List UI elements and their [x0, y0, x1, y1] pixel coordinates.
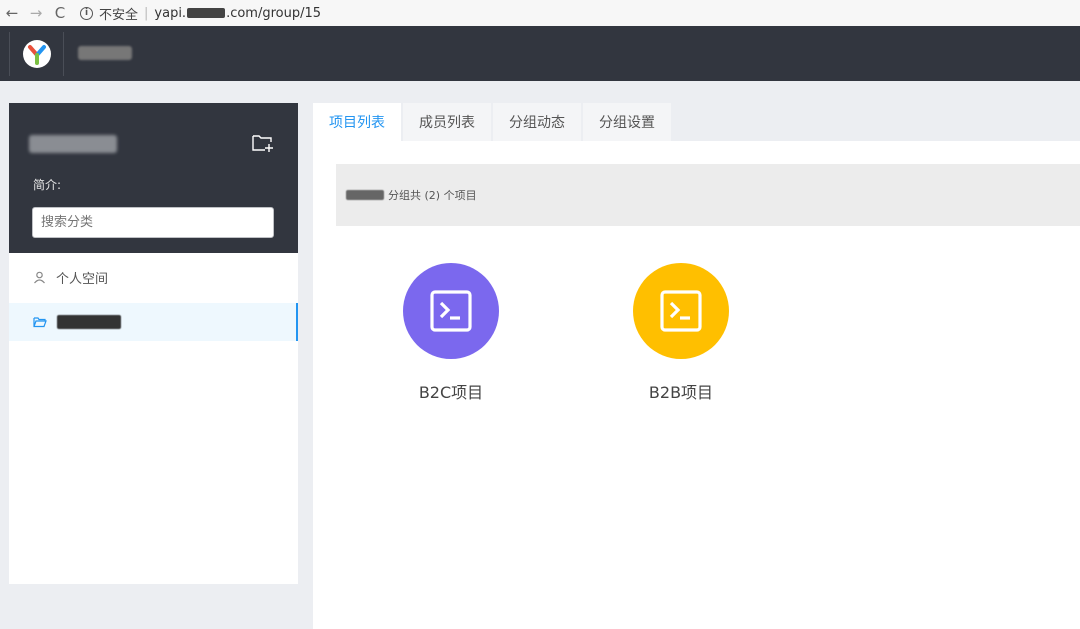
project-name: B2C项目	[418, 383, 484, 402]
terminal-icon	[660, 290, 702, 332]
redacted-group-name	[346, 190, 384, 200]
tab-project-list[interactable]: 项目列表	[313, 103, 401, 141]
group-description-label: 简介:	[33, 178, 62, 192]
sidebar-item-personal-space[interactable]: 个人空间	[9, 258, 298, 296]
category-search-input[interactable]	[32, 207, 274, 238]
yapi-logo-icon[interactable]	[23, 40, 51, 68]
browser-address-bar: ← → C i 不安全 | yapi. .com/group/15	[0, 0, 1080, 26]
tab-group-activity[interactable]: 分组动态	[493, 103, 581, 141]
folder-open-icon	[33, 317, 47, 328]
group-content: 项目列表 成员列表 分组动态 分组设置 分组共 (2) 个项目 B2C项目 B2…	[313, 103, 1080, 629]
forward-icon[interactable]: →	[24, 4, 48, 22]
project-avatar	[633, 263, 729, 359]
project-card[interactable]: B2B项目	[626, 263, 736, 403]
folder-add-icon[interactable]	[251, 132, 275, 154]
tab-member-list[interactable]: 成员列表	[403, 103, 491, 141]
tab-group-settings[interactable]: 分组设置	[583, 103, 671, 141]
header-divider	[63, 32, 64, 76]
url-prefix: yapi.	[154, 5, 187, 21]
project-avatar	[403, 263, 499, 359]
sidebar-item-group[interactable]	[9, 303, 298, 341]
redacted-app-title	[78, 46, 132, 60]
address-separator: |	[144, 5, 149, 21]
redacted-group-name	[29, 135, 117, 153]
group-tabs: 项目列表 成员列表 分组动态 分组设置	[313, 103, 1080, 141]
project-card[interactable]: B2C项目	[396, 263, 506, 403]
address-field[interactable]: i 不安全 | yapi. .com/group/15	[80, 4, 321, 23]
sidebar-item-label: 个人空间	[56, 271, 109, 287]
app-header	[0, 26, 1080, 81]
project-name: B2B项目	[648, 383, 714, 402]
project-count-summary: 分组共 (2) 个项目	[336, 164, 1080, 226]
group-info-header: 简介:	[9, 103, 298, 253]
terminal-icon	[430, 290, 472, 332]
url-suffix: .com/group/15	[226, 5, 322, 21]
url-text: yapi. .com/group/15	[154, 6, 321, 21]
header-divider	[9, 32, 10, 76]
summary-text: 分组共 (2) 个项目	[388, 189, 477, 202]
user-icon	[34, 271, 45, 283]
reload-icon[interactable]: C	[48, 4, 72, 22]
back-icon[interactable]: ←	[0, 4, 24, 22]
security-label: 不安全	[99, 7, 139, 23]
redacted-domain	[187, 8, 226, 18]
info-icon[interactable]: i	[80, 6, 93, 20]
group-sidebar: 简介: 个人空间	[9, 103, 298, 584]
redacted-group-label	[57, 315, 121, 329]
